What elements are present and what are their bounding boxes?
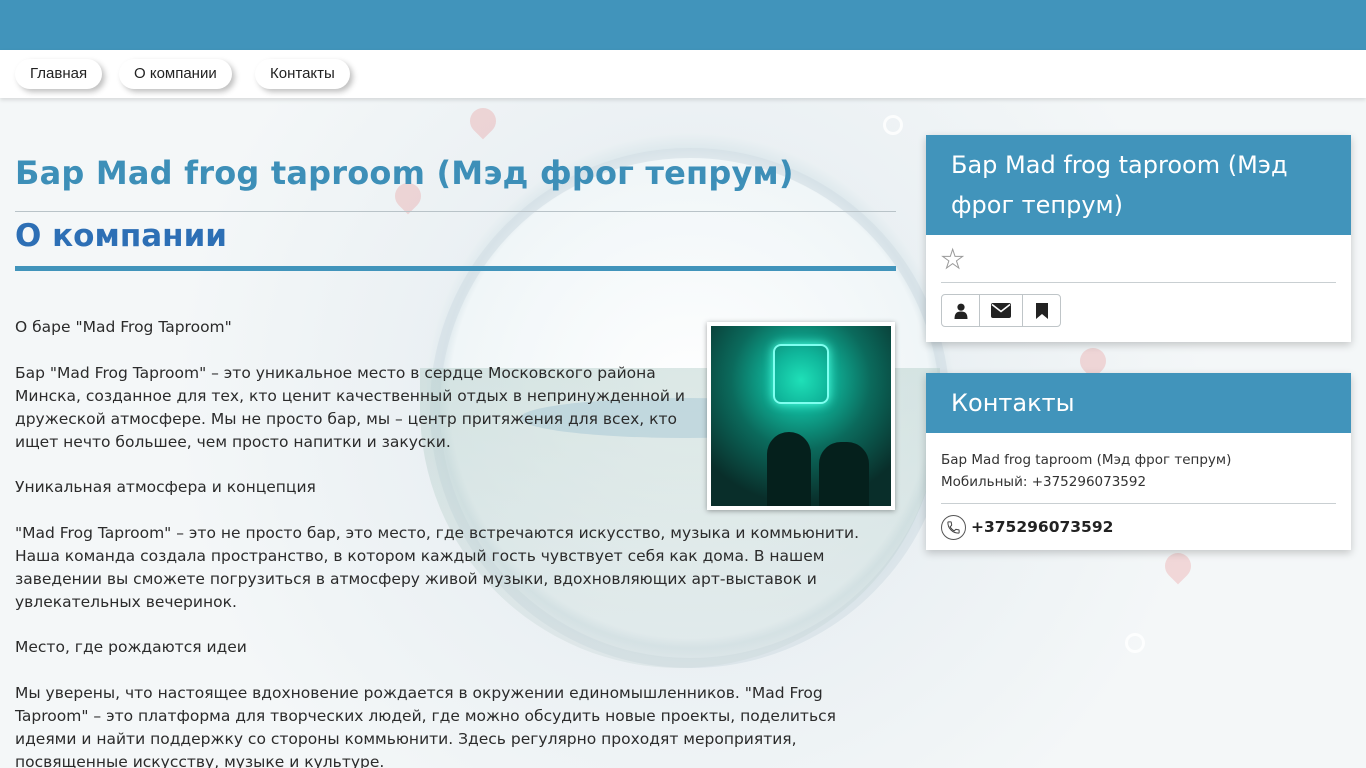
bookmark-button[interactable] bbox=[1022, 294, 1061, 327]
title-divider bbox=[15, 211, 896, 212]
nav-contacts[interactable]: Контакты bbox=[255, 59, 350, 89]
section-divider bbox=[15, 266, 896, 271]
paragraph: Уникальная атмосфера и концепция bbox=[15, 478, 316, 496]
envelope-icon bbox=[991, 303, 1011, 318]
email-button[interactable] bbox=[979, 294, 1023, 327]
main-navigation: Главная О компании Контакты bbox=[0, 50, 1366, 98]
background-dot bbox=[883, 115, 903, 135]
contact-mobile: Мобильный: +375296073592 bbox=[941, 474, 1147, 490]
contacts-card: Контакты Бар Mad frog taproom (Мэд фрог … bbox=[926, 373, 1351, 550]
company-description: О баре "Mad Frog Taproom" Бар "Mad Frog … bbox=[15, 316, 896, 768]
background-dot bbox=[1125, 633, 1145, 653]
top-bar bbox=[0, 0, 1366, 50]
nav-about[interactable]: О компании bbox=[119, 59, 232, 89]
phone-icon bbox=[941, 514, 966, 540]
map-pin-icon bbox=[464, 102, 502, 140]
paragraph: Бар "Mad Frog Taproom" – это уникальное … bbox=[15, 363, 685, 451]
rating-row: ★ bbox=[940, 235, 1336, 283]
nav-home[interactable]: Главная bbox=[15, 59, 103, 89]
profile-card: Бар Mad frog taproom (Мэд фрог тепрум) ★ bbox=[926, 135, 1351, 342]
star-outline-icon[interactable]: ★ bbox=[940, 247, 964, 274]
paragraph: Мы уверены, что настоящее вдохновение ро… bbox=[15, 683, 836, 768]
contact-info: Бар Mad frog taproom (Мэд фрог тепрум) М… bbox=[941, 433, 1336, 504]
action-buttons bbox=[941, 294, 1336, 327]
paragraph: О баре "Mad Frog Taproom" bbox=[15, 318, 232, 336]
bookmark-icon bbox=[1035, 302, 1048, 319]
profile-button[interactable] bbox=[941, 294, 980, 327]
phone-number-link[interactable]: +375296073592 bbox=[971, 518, 1113, 536]
section-title: О компании bbox=[15, 218, 228, 254]
contact-company-name: Бар Mad frog taproom (Мэд фрог тепрум) bbox=[941, 452, 1232, 468]
user-icon bbox=[954, 303, 967, 319]
contacts-card-title: Контакты bbox=[926, 373, 1351, 433]
map-pin-icon bbox=[1159, 547, 1197, 585]
phone-row[interactable]: +375296073592 bbox=[941, 504, 1336, 550]
page-title: Бар Mad frog taproom (Мэд фрог тепрум) bbox=[15, 154, 794, 192]
profile-card-title: Бар Mad frog taproom (Мэд фрог тепрум) bbox=[926, 135, 1351, 235]
paragraph: "Mad Frog Taproom" – это не просто бар, … bbox=[15, 523, 860, 611]
paragraph: Место, где рождаются идеи bbox=[15, 638, 247, 656]
